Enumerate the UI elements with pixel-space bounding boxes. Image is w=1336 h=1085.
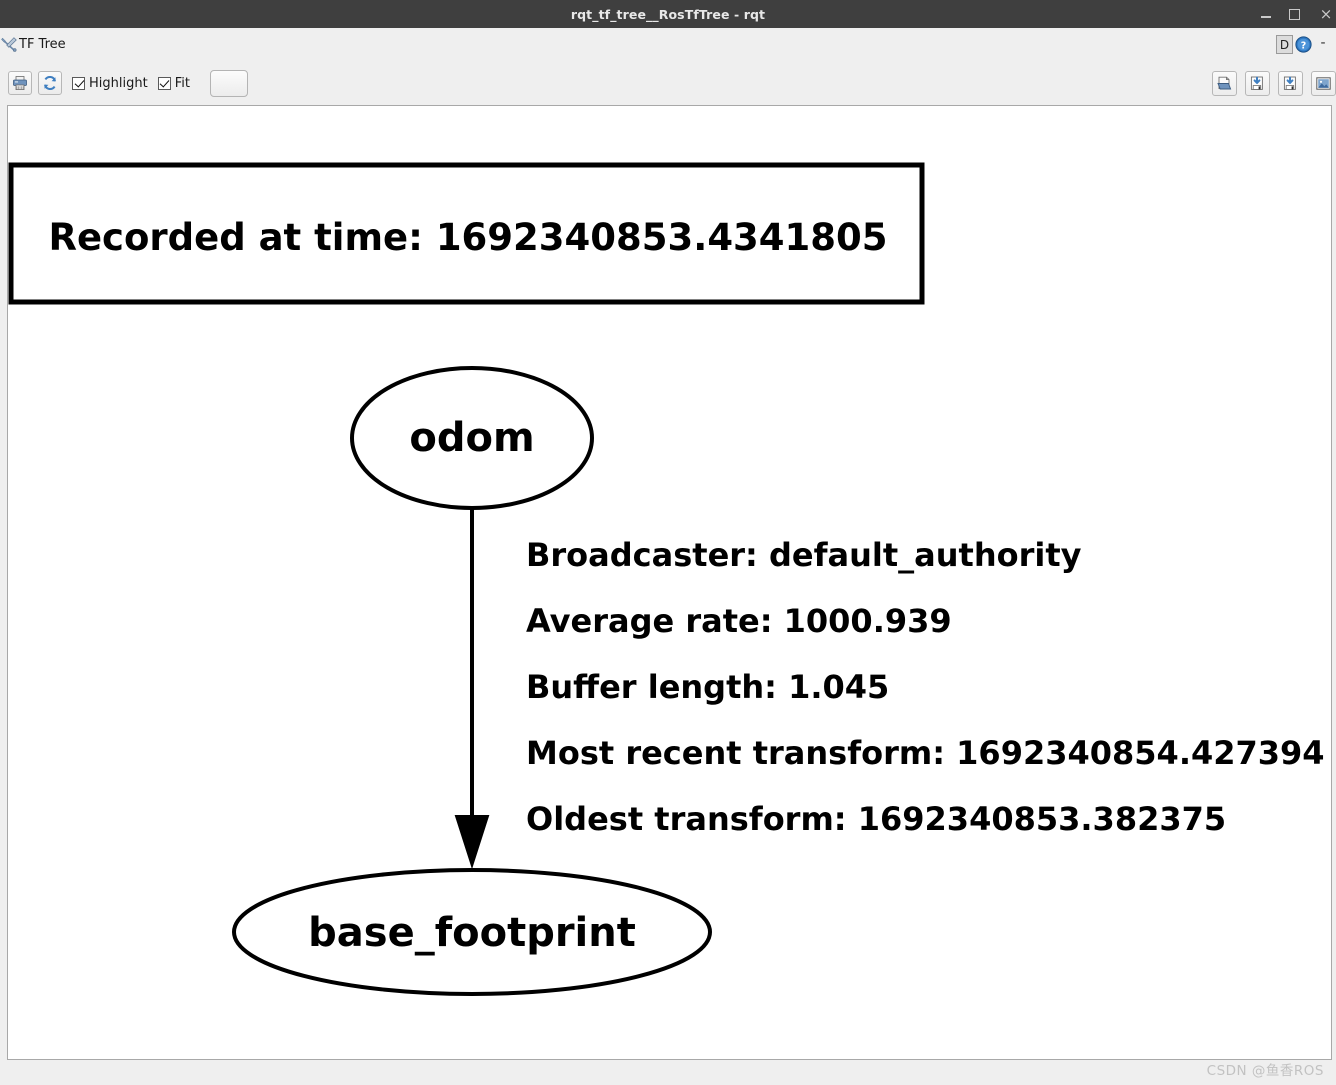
save-down-icon[interactable] — [1245, 70, 1270, 96]
tf-edge-label-block: Broadcaster: default_authority Average r… — [526, 536, 1325, 838]
folder-open-icon[interactable] — [1212, 70, 1237, 96]
window-title: rqt_tf_tree__RosTfTree - rqt — [570, 6, 766, 22]
edge-label-most-recent-transform: Most recent transform: 1692340854.427394 — [526, 734, 1325, 772]
window-titlebar: rqt_tf_tree__RosTfTree - rqt × — [0, 0, 1336, 28]
recorded-at-time-box: Recorded at time: 1692340853.4341805 — [8, 162, 925, 305]
plugin-title-group: TF Tree — [0, 36, 66, 53]
maximize-button[interactable] — [1280, 0, 1308, 28]
edge-label-oldest-transform: Oldest transform: 1692340853.382375 — [526, 800, 1226, 838]
zoom-combo-box[interactable] — [209, 69, 248, 97]
close-plugin-button[interactable]: - — [1312, 35, 1334, 55]
edge-label-buffer-length: Buffer length: 1.045 — [526, 668, 889, 706]
dock-widget-button[interactable]: D — [1276, 35, 1293, 54]
plugin-title-label: TF Tree — [19, 37, 66, 52]
recorded-at-time-label: Recorded at time: 1692340853.4341805 — [48, 216, 887, 259]
csdn-watermark: CSDN @鱼香ROS — [1206, 1063, 1324, 1079]
svg-text:?: ? — [1300, 40, 1306, 51]
highlight-checkbox-label: Highlight — [89, 75, 148, 91]
highlight-checkbox-box[interactable] — [72, 76, 85, 90]
plugin-toolbar: Highlight Fit — [0, 61, 1336, 105]
tf-tree-graph: Recorded at time: 1692340853.4341805 odo… — [8, 162, 1325, 996]
save-down-icon-2[interactable] — [1278, 70, 1303, 96]
tf-node-odom[interactable]: odom — [350, 366, 594, 510]
tf-node-odom-label: odom — [409, 415, 534, 461]
fit-checkbox-box[interactable] — [157, 76, 171, 90]
window-controls: × — [1252, 0, 1336, 28]
plugin-header-bar: TF Tree D ? - — [0, 28, 1336, 61]
tf-node-base_footprint-label: base_footprint — [308, 910, 636, 956]
edge-label-broadcaster: Broadcaster: default_authority — [526, 536, 1082, 574]
tf-edge-odom-to-base_footprint[interactable] — [454, 499, 490, 870]
tf-tree-graph-canvas[interactable]: Recorded at time: 1692340853.4341805 odo… — [7, 105, 1332, 1060]
highlight-checkbox[interactable]: Highlight — [72, 76, 148, 91]
close-button[interactable]: × — [1312, 0, 1336, 28]
printer-icon[interactable] — [8, 71, 32, 95]
tf-node-base_footprint[interactable]: base_footprint — [232, 868, 712, 996]
fit-checkbox-label: Fit — [174, 75, 190, 91]
fit-checkbox[interactable]: Fit — [157, 75, 190, 91]
refresh-icon[interactable] — [38, 71, 62, 95]
image-icon[interactable] — [1311, 70, 1336, 96]
wrench-screwdriver-icon — [1, 37, 17, 52]
edge-label-average-rate: Average rate: 1000.939 — [526, 602, 952, 640]
plugin-header-actions: D ? - — [1276, 28, 1336, 61]
minimize-button[interactable] — [1252, 0, 1280, 28]
toolbar-left-group: Highlight Fit — [0, 69, 248, 97]
toolbar-right-group — [1212, 61, 1336, 105]
help-icon[interactable]: ? — [1294, 36, 1312, 54]
